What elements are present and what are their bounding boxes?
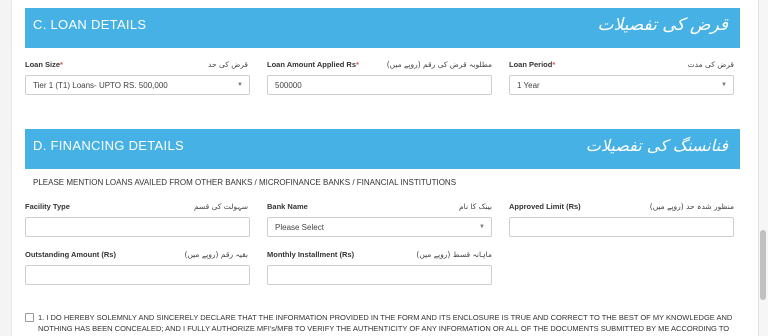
form-page: C. LOAN DETAILS قرض کی تفصیلات Loan Size… — [0, 0, 768, 336]
loan-period-select[interactable]: 1 Year ▼ — [509, 75, 734, 95]
approved-limit-label: Approved Limit (Rs) — [509, 202, 581, 211]
facility-type-label-urdu: سہولت کی قسم — [193, 202, 248, 211]
vertical-scrollbar[interactable] — [758, 0, 768, 336]
monthly-installment-input[interactable] — [267, 265, 492, 285]
monthly-installment-label-urdu: ماہانہ قسط (روپے میں) — [416, 250, 492, 259]
loan-amount-value: 500000 — [275, 81, 302, 90]
section-c-header: C. LOAN DETAILS قرض کی تفصیلات — [25, 8, 740, 48]
loan-amount-label: Loan Amount Applied Rs* — [267, 60, 359, 69]
loan-period-label-urdu: قرض کی مدت — [687, 60, 734, 69]
loan-size-value: Tier 1 (T1) Loans- UPTO RS. 500,000 — [33, 81, 168, 90]
bank-name-select[interactable]: Please Select ▼ — [267, 217, 492, 237]
section-c-title-urdu: قرض کی تفصیلات — [597, 15, 728, 35]
bank-name-label-urdu: بینک کا نام — [459, 202, 492, 211]
bank-name-label: Bank Name — [267, 202, 308, 211]
loan-period-label: Loan Period* — [509, 60, 556, 69]
left-margin — [0, 0, 12, 336]
chevron-down-icon: ▼ — [237, 82, 243, 88]
loan-period-value: 1 Year — [517, 81, 540, 90]
facility-type-label: Facility Type — [25, 202, 70, 211]
section-c-title: C. LOAN DETAILS — [33, 17, 147, 32]
section-d-title-urdu: فنانسنگ کی تفصیلات — [585, 136, 728, 155]
chevron-down-icon: ▼ — [721, 82, 727, 88]
chevron-down-icon: ▼ — [479, 224, 485, 230]
loan-amount-label-urdu: مطلوبہ قرض کی رقم (روپے میں) — [386, 60, 492, 69]
facility-type-input[interactable] — [25, 217, 250, 237]
declaration-text: 1. I DO HEREBY SOLEMNLY AND SINCERELY DE… — [38, 313, 733, 333]
section-d-title: D. FINANCING DETAILS — [33, 138, 184, 153]
financing-note: PLEASE MENTION LOANS AVAILED FROM OTHER … — [33, 178, 457, 187]
approved-limit-label-urdu: منظور شدہ حد (روپے میں) — [649, 202, 734, 211]
loan-size-label-urdu: قرض کی حد — [208, 60, 248, 69]
approved-limit-input[interactable] — [509, 217, 734, 237]
declaration-checkbox[interactable] — [25, 313, 34, 322]
outstanding-amount-label-urdu: بقیہ رقم (روپے میں) — [184, 250, 248, 259]
outstanding-amount-input[interactable] — [25, 265, 250, 285]
bank-name-value: Please Select — [275, 223, 324, 232]
section-d-header: D. FINANCING DETAILS فنانسنگ کی تفصیلات — [25, 129, 740, 169]
monthly-installment-label: Monthly Installment (Rs) — [267, 250, 355, 259]
scrollbar-thumb[interactable] — [760, 230, 766, 300]
loan-size-label: Loan Size* — [25, 60, 63, 69]
outstanding-amount-label: Outstanding Amount (Rs) — [25, 250, 116, 259]
loan-amount-input[interactable]: 500000 — [267, 75, 492, 95]
loan-size-select[interactable]: Tier 1 (T1) Loans- UPTO RS. 500,000 ▼ — [25, 75, 250, 95]
